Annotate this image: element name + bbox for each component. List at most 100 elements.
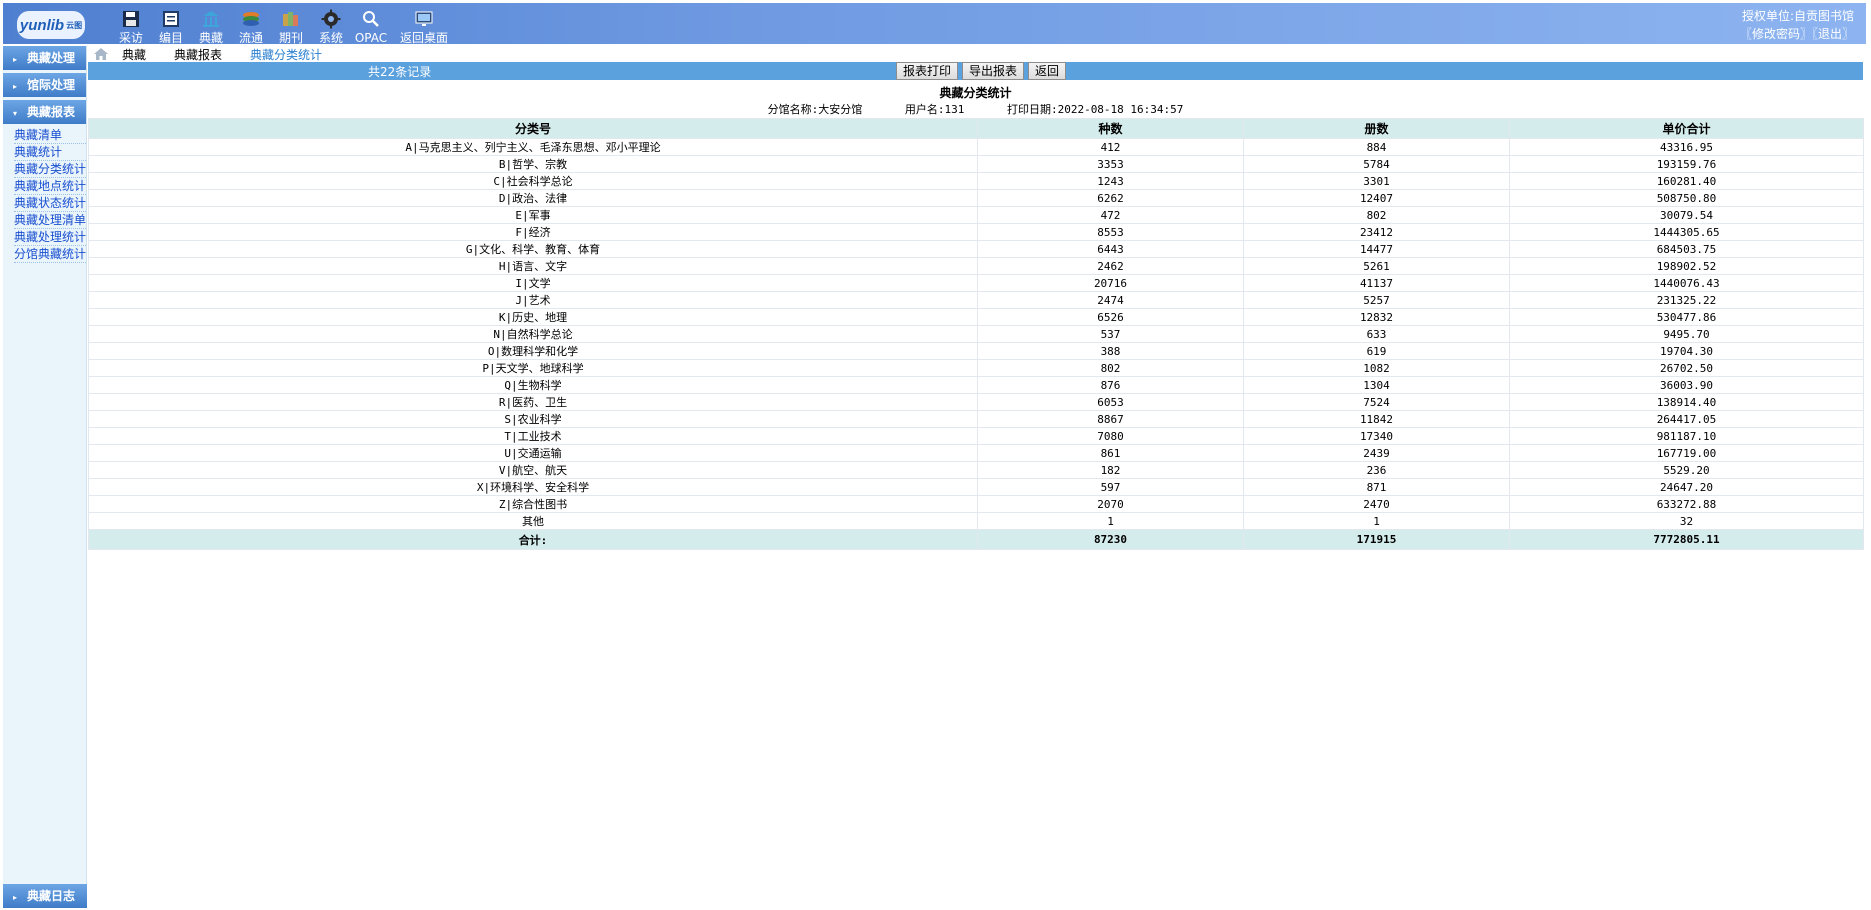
- cell-price-total: 160281.40: [1509, 172, 1864, 190]
- nav-return-desktop[interactable]: 返回桌面: [395, 5, 453, 45]
- sidebar-link-processing-stats[interactable]: 典藏处理统计: [14, 229, 86, 246]
- cell-class: I|文学: [88, 274, 978, 292]
- cell-titles: 182: [977, 461, 1244, 479]
- cell-titles: 6262: [977, 189, 1244, 207]
- cell-price-total: 1440076.43: [1509, 274, 1864, 292]
- sidebar-section-label: 典藏报表: [27, 105, 76, 119]
- nav-system[interactable]: 系统: [311, 5, 351, 45]
- sidebar-section-collection-reports[interactable]: ▾ 典藏报表: [3, 100, 86, 124]
- cell-volumes: 12832: [1243, 308, 1510, 326]
- sidebar-section-collection-processing[interactable]: ▸ 典藏处理: [3, 46, 86, 70]
- table-body: A|马克思主义、列宁主义、毛泽东思想、邓小平理论 412 884 43316.95 B|…: [88, 138, 1864, 530]
- nav-opac[interactable]: OPAC: [351, 5, 391, 45]
- yunlib-logo: yunlib 云图: [17, 11, 85, 39]
- table-row: A|马克思主义、列宁主义、毛泽东思想、邓小平理论 412 884 43316.95: [88, 138, 1864, 156]
- table-row: C|社会科学总论 1243 3301 160281.40: [88, 172, 1864, 190]
- sidebar-section-label: 典藏处理: [27, 51, 76, 65]
- cell-volumes: 23412: [1243, 223, 1510, 241]
- caret-right-icon: ▸: [13, 82, 18, 91]
- sidebar-link-collection-list[interactable]: 典藏清单: [14, 127, 86, 144]
- cell-volumes: 2439: [1243, 444, 1510, 462]
- cell-price-total: 36003.90: [1509, 376, 1864, 394]
- cell-volumes: 14477: [1243, 240, 1510, 258]
- table-total-row: 合计: 87230 171915 7772805.11: [88, 529, 1864, 550]
- sidebar-link-processing-list[interactable]: 典藏处理清单: [14, 212, 86, 229]
- nav-label: 采访: [118, 31, 143, 45]
- nav-acquisition[interactable]: 采访: [111, 5, 151, 45]
- caret-right-icon: ▸: [13, 55, 18, 64]
- cell-price-total: 24647.20: [1509, 478, 1864, 496]
- total-price: 7772805.11: [1509, 529, 1864, 550]
- export-report-button[interactable]: 导出报表: [962, 62, 1025, 80]
- catalog-icon: [163, 11, 179, 27]
- auth-info: 授权单位:自贡图书馆 〖修改密码〗〖退出〗: [1740, 7, 1854, 43]
- library-icon: [203, 11, 219, 27]
- cell-class: 其他: [88, 512, 978, 530]
- back-button[interactable]: 返回: [1028, 62, 1067, 80]
- cell-price-total: 9495.70: [1509, 325, 1864, 343]
- table-row: P|天文学、地球科学 802 1082 26702.50: [88, 359, 1864, 377]
- cell-volumes: 633: [1243, 325, 1510, 343]
- cell-class: X|环境科学、安全科学: [88, 478, 978, 496]
- sidebar-link-branch-stats[interactable]: 分馆典藏统计: [14, 246, 86, 263]
- print-report-button[interactable]: 报表打印: [896, 62, 959, 80]
- change-password-link[interactable]: 〖修改密码〗: [1740, 27, 1812, 41]
- cell-class: C|社会科学总论: [88, 172, 978, 190]
- cell-price-total: 30079.54: [1509, 206, 1864, 224]
- cell-class: T|工业技术: [88, 427, 978, 445]
- top-header: yunlib 云图 采访 编目 典藏 流通 期刊 系统 OPAC 返回桌面 授权…: [3, 3, 1866, 45]
- sidebar-section-collection-log[interactable]: ▸ 典藏日志: [3, 884, 87, 908]
- sidebar-link-classification-stats[interactable]: 典藏分类统计: [14, 161, 86, 178]
- caret-down-icon: ▾: [13, 109, 18, 118]
- table-row: D|政治、法律 6262 12407 508750.80: [88, 189, 1864, 207]
- cell-price-total: 633272.88: [1509, 495, 1864, 513]
- record-count: 共22条记录: [368, 65, 432, 79]
- save-icon: [123, 11, 139, 27]
- table-row: G|文化、科学、教育、体育 6443 14477 684503.75: [88, 240, 1864, 258]
- table-row: R|医药、卫生 6053 7524 138914.40: [88, 393, 1864, 411]
- total-titles: 87230: [977, 529, 1244, 550]
- column-header-volumes: 册数: [1243, 118, 1510, 139]
- table-row: K|历史、地理 6526 12832 530477.86: [88, 308, 1864, 326]
- desktop-icon: [415, 11, 433, 26]
- cell-titles: 6053: [977, 393, 1244, 411]
- cell-price-total: 198902.52: [1509, 257, 1864, 275]
- nav-label: 返回桌面: [399, 31, 448, 45]
- sidebar-bottom: ▸ 典藏日志: [3, 884, 87, 908]
- column-header-titles: 种数: [977, 118, 1244, 139]
- breadcrumb-item[interactable]: 典藏: [122, 46, 146, 63]
- cell-class: H|语言、文字: [88, 257, 978, 275]
- sidebar-link-location-stats[interactable]: 典藏地点统计: [14, 178, 86, 195]
- cell-volumes: 884: [1243, 138, 1510, 156]
- cell-volumes: 1082: [1243, 359, 1510, 377]
- cell-titles: 388: [977, 342, 1244, 360]
- logout-link[interactable]: 〖退出〗: [1812, 27, 1854, 41]
- cell-volumes: 11842: [1243, 410, 1510, 428]
- gear-icon: [321, 9, 341, 29]
- nav-periodical[interactable]: 期刊: [271, 5, 311, 45]
- sidebar-link-collection-stats[interactable]: 典藏统计: [14, 144, 86, 161]
- classification-stats-table: 分类号 种数 册数 单价合计 A|马克思主义、列宁主义、毛泽东思想、邓小平理论 4…: [88, 118, 1864, 550]
- sidebar-link-status-stats[interactable]: 典藏状态统计: [14, 195, 86, 212]
- cell-titles: 861: [977, 444, 1244, 462]
- auth-unit: 授权单位:自贡图书馆: [1741, 9, 1854, 23]
- nav-collection[interactable]: 典藏: [191, 5, 231, 45]
- table-row: U|交通运输 861 2439 167719.00: [88, 444, 1864, 462]
- breadcrumb-item[interactable]: 典藏报表: [174, 46, 222, 63]
- breadcrumb-current: 典藏分类统计: [250, 47, 323, 62]
- table-row: X|环境科学、安全科学 597 871 24647.20: [88, 478, 1864, 496]
- nav-cataloging[interactable]: 编目: [151, 5, 191, 45]
- cell-price-total: 508750.80: [1509, 189, 1864, 207]
- home-icon[interactable]: [94, 48, 108, 60]
- cell-titles: 472: [977, 206, 1244, 224]
- nav-circulation[interactable]: 流通: [231, 5, 271, 45]
- cell-volumes: 2470: [1243, 495, 1510, 513]
- cell-titles: 802: [977, 359, 1244, 377]
- cell-class: R|医药、卫生: [88, 393, 978, 411]
- nav-label: 编目: [158, 31, 183, 45]
- sidebar-section-interlibrary[interactable]: ▸ 馆际处理: [3, 73, 86, 97]
- sidebar-section-label: 典藏日志: [27, 889, 76, 903]
- circulation-icon: [243, 12, 259, 26]
- cell-titles: 7080: [977, 427, 1244, 445]
- cell-volumes: 1: [1243, 512, 1510, 530]
